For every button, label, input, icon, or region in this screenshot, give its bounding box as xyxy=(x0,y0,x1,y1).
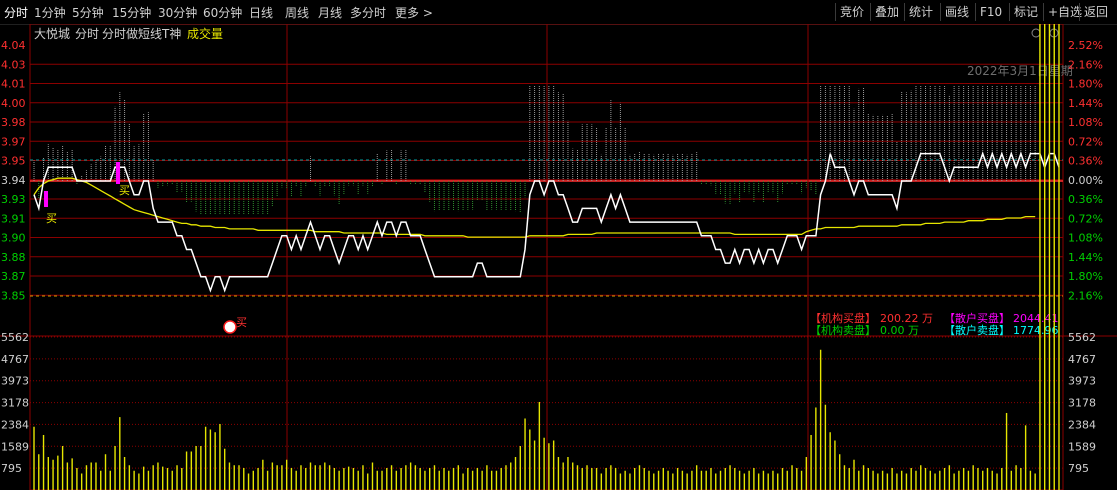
legend-inst-buy-label: 【机构买盘】 xyxy=(810,311,876,325)
legend-inst-sell-value: 0.00 万 xyxy=(880,324,919,337)
tab-fenshi[interactable]: 分时 xyxy=(4,4,28,21)
price-tick-label: 4.04 xyxy=(1,39,26,52)
info-tab-1: 分时做短线T神 xyxy=(102,26,181,41)
info-tab-2: 成交量 xyxy=(187,26,223,41)
price-tick-label: 3.90 xyxy=(1,232,26,245)
pct-tick-label: 2.52% xyxy=(1068,39,1103,52)
volume-tick-label-right: 2384 xyxy=(1068,418,1096,431)
tab-30min[interactable]: 30分钟 xyxy=(158,4,197,21)
price-tick-label: 3.97 xyxy=(1,135,26,148)
volume-tick-label: 5562 xyxy=(1,331,29,344)
f10-button[interactable]: F10 xyxy=(975,3,1006,21)
price-tick-label: 3.91 xyxy=(1,212,26,225)
tab-monthly[interactable]: 月线 xyxy=(318,4,342,21)
price-tick-label: 3.87 xyxy=(1,270,26,283)
tab-15min[interactable]: 15分钟 xyxy=(112,4,151,21)
buy-marker-icon xyxy=(223,320,237,334)
volume-tick-label: 4767 xyxy=(1,353,29,366)
tab-daily[interactable]: 日线 xyxy=(249,4,273,21)
tab-multi-fenshi[interactable]: 多分时 xyxy=(350,4,386,21)
pct-tick-label: 0.36% xyxy=(1068,155,1103,168)
sell-mark: 买 xyxy=(119,184,130,197)
pct-tick-label: 1.08% xyxy=(1068,232,1103,245)
price-tick-label: 3.85 xyxy=(1,289,26,302)
intraday-chart: 大悦城 分时 分时做短线T神 成交量 2022年3月1日星期 4.04 2.52% 4.03 2… xyxy=(0,24,1117,490)
volume-tick-label: 3973 xyxy=(1,375,29,388)
pct-tick-label: 1.44% xyxy=(1068,251,1103,264)
date-label: 2022年3月1日星期 xyxy=(967,64,1073,78)
back-button[interactable]: 返回 xyxy=(1079,3,1112,21)
volume-tick-label-right: 4767 xyxy=(1068,353,1096,366)
pct-tick-label: 0.72% xyxy=(1068,212,1103,225)
price-tick-label: 3.88 xyxy=(1,251,26,264)
legend-retail-buy-label: 【散户买盘】 xyxy=(944,311,1010,325)
pct-tick-label: 2.16% xyxy=(1068,289,1103,302)
signal-mark xyxy=(44,191,48,207)
sell-mark: 买 xyxy=(46,212,57,225)
mark-button[interactable]: 标记 xyxy=(1009,3,1042,21)
auction-button[interactable]: 竞价 xyxy=(835,3,868,21)
overlay-button[interactable]: 叠加 xyxy=(870,3,903,21)
pct-tick-label: 0.36% xyxy=(1068,193,1103,206)
price-tick-label: 3.98 xyxy=(1,116,26,129)
volume-tick-label: 795 xyxy=(1,462,22,475)
period-toolbar: 分时 1分钟 5分钟 15分钟 30分钟 60分钟 日线 周线 月线 多分时 更多 > 竞价 叠加 统计画… xyxy=(0,0,1117,25)
legend-inst-sell-label: 【机构卖盘】 xyxy=(810,323,876,337)
draw-button[interactable]: 画线 xyxy=(940,3,973,21)
price-tick-label: 3.93 xyxy=(1,193,26,206)
price-tick-label: 4.00 xyxy=(1,97,26,110)
volume-tick-label-right: 5562 xyxy=(1068,331,1096,344)
avg-price-line xyxy=(33,177,1036,238)
volume-tick-label: 1589 xyxy=(1,440,29,453)
pct-tick-label: 0.00% xyxy=(1068,174,1103,187)
price-tick-label: 3.95 xyxy=(1,155,26,168)
pct-tick-label: 1.08% xyxy=(1068,116,1103,129)
tab-5min[interactable]: 5分钟 xyxy=(72,4,104,21)
volume-tick-label-right: 3178 xyxy=(1068,397,1096,410)
gear-icon xyxy=(1031,28,1041,38)
legend-retail-sell-value: 1774.96 xyxy=(1013,324,1059,337)
pct-tick-label: 0.72% xyxy=(1068,135,1103,148)
pct-tick-label: 2.16% xyxy=(1068,58,1103,71)
volume-tick-label: 3178 xyxy=(1,397,29,410)
volume-tick-label-right: 1589 xyxy=(1068,440,1096,453)
buy-marker-label: 买 xyxy=(236,316,247,329)
stats-button[interactable]: 统计 xyxy=(904,3,937,21)
price-tick-label: 3.94 xyxy=(1,174,26,187)
pct-tick-label: 1.80% xyxy=(1068,78,1103,91)
price-tick-label: 4.03 xyxy=(1,58,26,71)
tab-1min[interactable]: 1分钟 xyxy=(34,4,66,21)
volume-tick-label: 2384 xyxy=(1,418,29,431)
pct-tick-label: 1.80% xyxy=(1068,270,1103,283)
volume-tick-label-right: 3973 xyxy=(1068,375,1096,388)
legend-retail-sell-label: 【散户卖盘】 xyxy=(944,323,1010,337)
tab-60min[interactable]: 60分钟 xyxy=(203,4,242,21)
pct-tick-label: 1.44% xyxy=(1068,97,1103,110)
volume-tick-label-right: 795 xyxy=(1068,462,1089,475)
info-tab-0: 分时 xyxy=(75,27,99,41)
stock-name: 大悦城 xyxy=(34,27,70,41)
tab-weekly[interactable]: 周线 xyxy=(285,4,309,21)
tab-more[interactable]: 更多 > xyxy=(395,4,433,21)
signal-mark xyxy=(116,162,120,184)
price-tick-label: 4.01 xyxy=(1,78,26,91)
